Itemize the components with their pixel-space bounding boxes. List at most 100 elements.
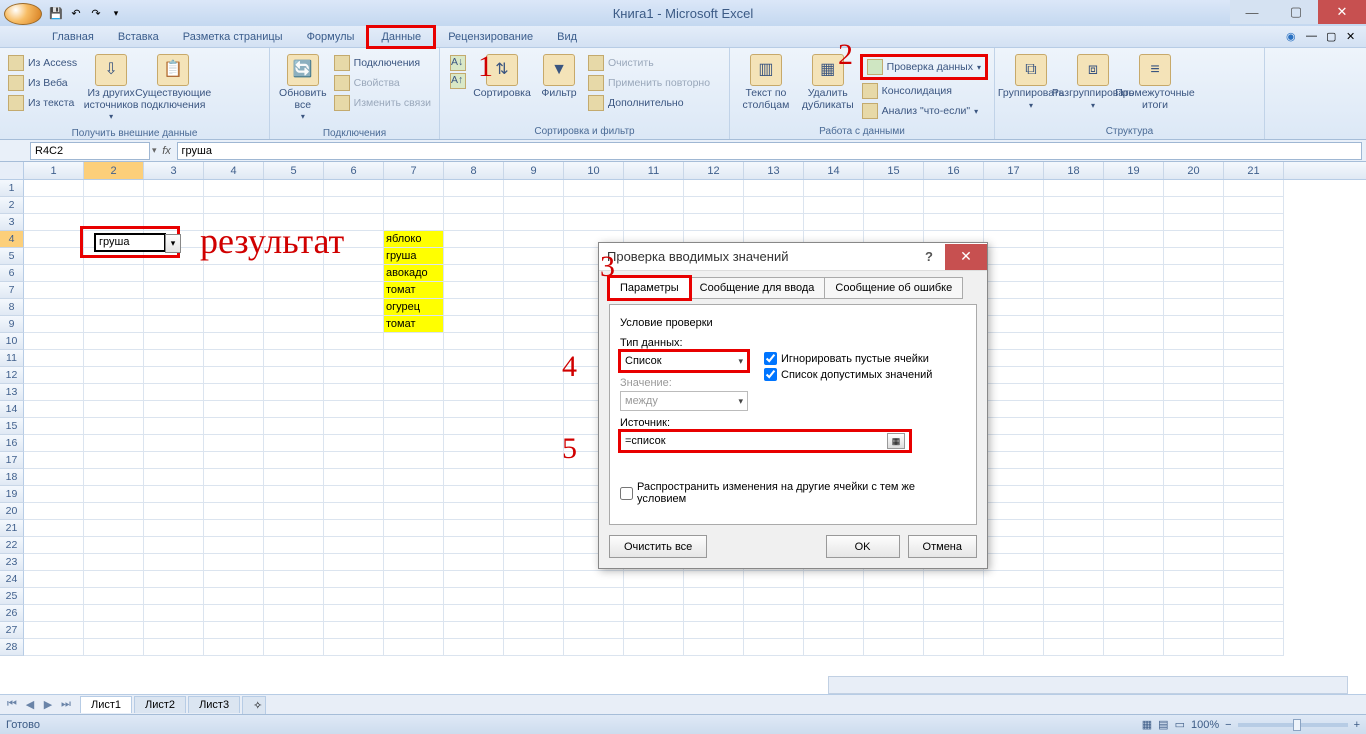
cell[interactable] [564,588,624,605]
cell[interactable] [444,282,504,299]
tab-home[interactable]: Главная [40,28,106,46]
cell[interactable] [444,622,504,639]
cell[interactable] [564,197,624,214]
cell[interactable] [1164,197,1224,214]
cell[interactable] [444,588,504,605]
cell[interactable] [324,452,384,469]
cell[interactable] [1044,384,1104,401]
cell[interactable] [984,231,1044,248]
cell[interactable] [264,350,324,367]
name-box[interactable] [30,142,150,160]
dialog-tab-error[interactable]: Сообщение об ошибке [824,277,963,299]
cell[interactable] [144,418,204,435]
cell[interactable] [1224,571,1284,588]
dialog-tab-input-msg[interactable]: Сообщение для ввода [689,277,826,299]
close-workbook-icon[interactable]: ✕ [1346,30,1360,44]
cell[interactable] [504,350,564,367]
cell[interactable] [84,469,144,486]
column-header[interactable]: 13 [744,162,804,179]
cell[interactable] [444,231,504,248]
in-cell-dropdown-checkbox[interactable] [764,368,777,381]
cell[interactable] [1164,282,1224,299]
cell[interactable] [864,639,924,656]
cell[interactable] [444,571,504,588]
cell[interactable] [1104,571,1164,588]
cell[interactable] [624,180,684,197]
cell[interactable] [684,214,744,231]
cell[interactable] [1224,588,1284,605]
close-button[interactable]: ✕ [1318,0,1366,24]
cell[interactable] [24,333,84,350]
sort-asc-button[interactable]: A↓ [448,54,468,72]
cell[interactable] [1224,367,1284,384]
cell[interactable] [684,197,744,214]
cell[interactable] [444,367,504,384]
cell[interactable] [1164,248,1224,265]
cell[interactable] [624,639,684,656]
cell[interactable] [984,367,1044,384]
cell[interactable] [504,418,564,435]
cell[interactable] [144,435,204,452]
cell[interactable] [804,180,864,197]
cell[interactable] [1164,469,1224,486]
cell[interactable] [324,639,384,656]
cell[interactable] [1104,486,1164,503]
cell[interactable] [444,639,504,656]
tab-data[interactable]: Данные [366,25,436,49]
row-header[interactable]: 20 [0,503,24,520]
cell[interactable] [1164,435,1224,452]
cell[interactable] [504,401,564,418]
cell[interactable] [84,588,144,605]
cell[interactable] [744,605,804,622]
cell[interactable] [384,197,444,214]
cell[interactable] [1224,639,1284,656]
cell[interactable] [984,571,1044,588]
cell[interactable] [1044,401,1104,418]
cell[interactable] [924,639,984,656]
view-pagebreak-icon[interactable]: ▭ [1175,718,1185,731]
cell[interactable] [1104,537,1164,554]
row-header[interactable]: 28 [0,639,24,656]
subtotal-button[interactable]: ≡Промежуточные итоги [1125,50,1185,115]
cell[interactable] [1104,418,1164,435]
cell[interactable] [804,622,864,639]
column-header[interactable]: 7 [384,162,444,179]
cell[interactable] [84,401,144,418]
help-icon[interactable]: ◉ [1286,30,1300,44]
cell[interactable] [1104,316,1164,333]
cell[interactable] [84,418,144,435]
data-validation-button[interactable]: Проверка данных ▾ [860,54,988,80]
cell[interactable] [504,180,564,197]
cell[interactable] [204,435,264,452]
cell[interactable] [204,316,264,333]
cell[interactable] [1164,554,1224,571]
row-header[interactable]: 19 [0,486,24,503]
cell[interactable] [504,333,564,350]
cell[interactable] [984,384,1044,401]
tab-formulas[interactable]: Формулы [295,28,367,46]
cell[interactable] [564,214,624,231]
cell[interactable] [984,316,1044,333]
cell[interactable] [144,554,204,571]
cell[interactable] [144,588,204,605]
cell[interactable] [264,282,324,299]
cell[interactable] [1104,231,1164,248]
cell[interactable] [384,401,444,418]
sheet-tab-3[interactable]: Лист3 [188,696,240,713]
row-header[interactable]: 22 [0,537,24,554]
cell[interactable] [444,435,504,452]
row-header[interactable]: 8 [0,299,24,316]
cell[interactable] [1104,639,1164,656]
cell[interactable] [1104,214,1164,231]
cell[interactable] [804,197,864,214]
cell[interactable] [264,503,324,520]
cell[interactable] [684,605,744,622]
cell[interactable] [1164,605,1224,622]
cell[interactable] [444,384,504,401]
cell[interactable] [984,537,1044,554]
cell[interactable] [84,180,144,197]
cell[interactable] [504,588,564,605]
range-picker-icon[interactable]: ▦ [887,433,905,449]
column-header[interactable]: 10 [564,162,624,179]
row-header[interactable]: 15 [0,418,24,435]
